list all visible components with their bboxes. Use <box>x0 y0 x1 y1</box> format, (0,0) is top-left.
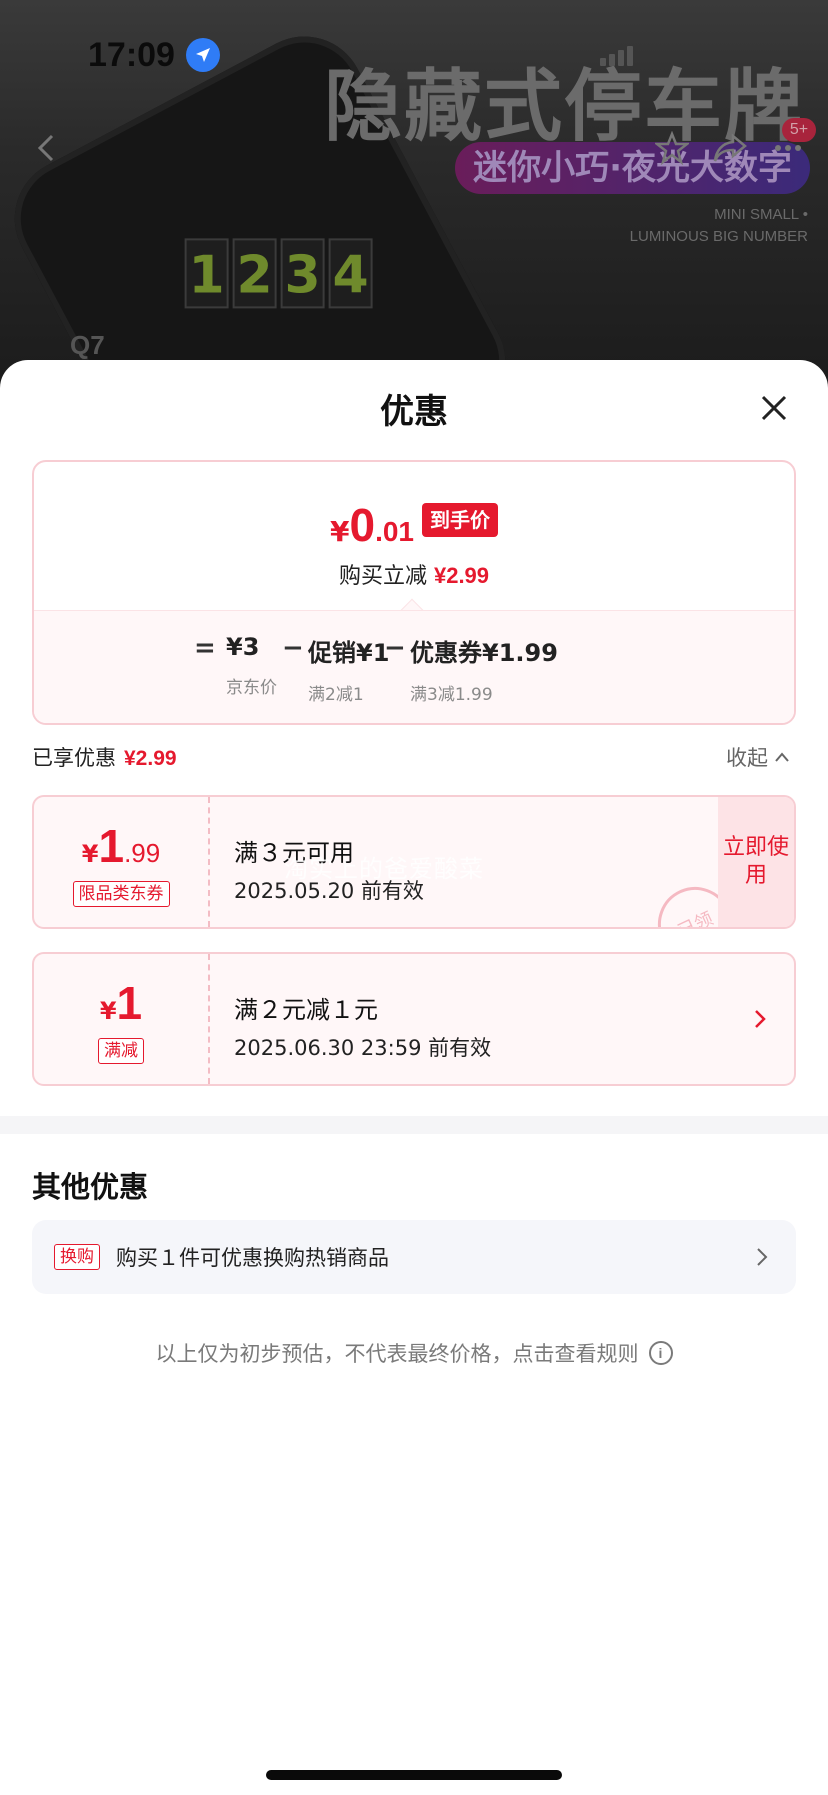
formula-sub: 京东价 <box>226 678 277 698</box>
home-indicator <box>266 1770 562 1780</box>
formula-item-promotion: 促销¥1 满2减1 <box>308 633 389 705</box>
coupon-currency: ¥ <box>81 840 99 868</box>
star-icon[interactable] <box>650 126 694 170</box>
enjoyed-discount: 已享优惠 ¥2.99 <box>32 742 177 772</box>
trade-in-tag: 换购 <box>54 1244 100 1270</box>
currency-symbol: ¥ <box>329 515 350 548</box>
final-price-integer: 0 <box>349 499 376 551</box>
price-formula: = ¥3 京东价 − 促销¥1 满2减1 − 优惠券¥1.99 满3减1.99 <box>34 610 794 723</box>
signal-icon <box>609 54 615 66</box>
reduction-value: ¥2.99 <box>433 563 490 588</box>
chevron-up-icon <box>775 752 789 762</box>
close-icon <box>761 395 787 421</box>
message-count-badge: 5+ <box>782 118 816 142</box>
english-line-1: MINI SMALL • <box>714 206 808 223</box>
promotion-amount-integer: 1 <box>116 977 143 1029</box>
promotion-amount-section: ¥1 满减 <box>34 954 210 1084</box>
disclaimer-text: 以上仅为初步预估，不代表最终价格，点击查看规则 <box>155 1342 639 1366</box>
coupon-amount-decimal: .99 <box>124 838 161 868</box>
promotion-condition: 满２元减１元 <box>234 996 378 1024</box>
formula-sub: 满2减1 <box>308 685 364 705</box>
formula-item-coupon: 优惠券¥1.99 满3减1.99 <box>410 633 558 705</box>
final-price-section: ¥0.01 到手价 购买立减 ¥2.99 <box>34 462 794 610</box>
close-button[interactable] <box>756 390 792 426</box>
signal-icon <box>627 46 633 66</box>
coupon-expiry: 2025.05.20 前有效 <box>234 879 424 903</box>
formula-item-jd-price: ¥3 京东价 <box>226 633 277 698</box>
section-divider <box>0 1116 828 1134</box>
formula-main: ¥3 <box>226 633 260 661</box>
product-digit: 2 <box>232 238 277 309</box>
location-arrow-icon <box>186 38 220 72</box>
product-english-caption: MINI SMALL • LUMINOUS BIG NUMBER <box>630 204 808 248</box>
status-time: 17:09 <box>88 36 175 74</box>
coupon-type: 限品类东券 <box>34 881 208 907</box>
promotion-amount: ¥1 <box>34 976 208 1030</box>
promotion-currency: ¥ <box>99 997 117 1025</box>
product-digit: 3 <box>280 238 325 309</box>
product-digits: 1234 <box>184 238 377 309</box>
collapse-label: 收起 <box>726 746 768 770</box>
formula-main: 促销¥1 <box>308 639 390 667</box>
english-line-2: LUMINOUS BIG NUMBER <box>629 228 808 245</box>
promotion-card[interactable]: ¥1 满减 满２元减１元 2025.06.30 23:59 前有效 <box>32 952 796 1086</box>
trade-in-text: 购买１件可优惠换购热销商品 <box>116 1246 389 1270</box>
share-icon[interactable] <box>708 126 752 170</box>
final-price: ¥0.01 到手价 <box>34 498 794 552</box>
coupon-type-tag: 限品类东券 <box>72 881 170 907</box>
coupon-amount-section: ¥1.99 限品类东券 <box>34 797 210 927</box>
promotion-expiry: 2025.06.30 23:59 前有效 <box>234 1036 492 1060</box>
signal-icon <box>600 58 606 66</box>
formula-main: 优惠券¥1.99 <box>410 639 558 667</box>
signal-icon <box>618 50 624 66</box>
reduction-label: 购买立减 <box>338 564 427 589</box>
enjoyed-label: 已享优惠 <box>32 746 116 770</box>
info-icon: i <box>648 1341 673 1365</box>
collapse-toggle[interactable]: 收起 <box>726 742 790 772</box>
back-button[interactable] <box>20 122 72 174</box>
coupon-card[interactable]: ¥1.99 限品类东券 满３元可用 淘实上的爸爱酸菜 2025.05.20 前有… <box>32 795 796 929</box>
sheet-title: 优惠 <box>380 392 448 432</box>
enjoyed-value: ¥2.99 <box>124 747 177 770</box>
final-price-tag: 到手价 <box>422 503 498 537</box>
final-price-decimal: .01 <box>375 516 414 547</box>
instant-reduction: 购买立减 ¥2.99 <box>34 558 794 590</box>
price-summary-card: ¥0.01 到手价 购买立减 ¥2.99 = ¥3 京东价 − 促销¥1 满2减1 <box>32 460 796 725</box>
formula-operator: − <box>384 633 406 663</box>
formula-sub: 满3减1.99 <box>410 685 493 705</box>
formula-operator: = <box>194 633 216 663</box>
product-model-label: Q7 <box>70 330 105 360</box>
chevron-right-icon <box>752 1247 772 1267</box>
discount-sheet: 优惠 ¥0.01 到手价 购买立减 ¥2.99 = ¥3 京东价 − 促销¥1 … <box>0 360 828 1795</box>
promotion-type-tag: 满减 <box>98 1038 144 1064</box>
formula-operator: − <box>282 633 304 663</box>
promotion-type: 满减 <box>34 1038 208 1064</box>
trade-in-offer[interactable]: 换购 购买１件可优惠换购热销商品 <box>32 1220 796 1294</box>
formula-row: = ¥3 京东价 − 促销¥1 满2减1 − 优惠券¥1.99 满3减1.99 <box>34 633 794 713</box>
status-indicators <box>600 42 730 66</box>
price-disclaimer[interactable]: 以上仅为初步预估，不代表最终价格，点击查看规则 i <box>0 1338 828 1368</box>
product-digit: 4 <box>328 238 373 309</box>
coupon-amount-integer: 1 <box>98 820 125 872</box>
coupon-amount: ¥1.99 <box>34 819 208 873</box>
chevron-right-icon <box>750 1009 770 1029</box>
product-digit: 1 <box>184 238 229 309</box>
use-now-button[interactable]: 立即使用 <box>718 797 794 927</box>
other-discounts-title: 其他优惠 <box>32 1170 149 1204</box>
